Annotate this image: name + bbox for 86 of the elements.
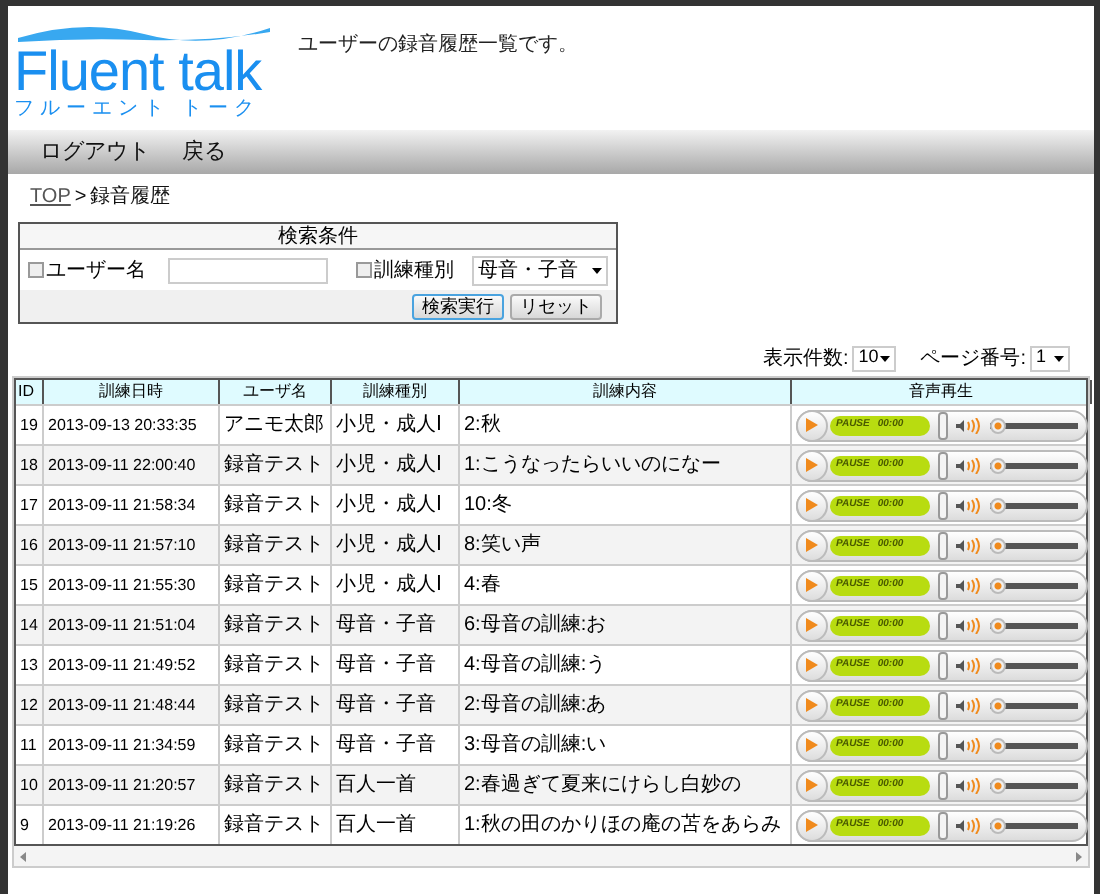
- scroll-right-icon[interactable]: [1076, 851, 1082, 861]
- caret-icon: [592, 267, 602, 273]
- table-cell: 9: [16, 806, 44, 844]
- play-icon: [806, 658, 818, 672]
- seek-thumb[interactable]: [990, 697, 1006, 713]
- checkbox-label: 訓練種別: [374, 257, 454, 285]
- speaker-icon[interactable]: [956, 457, 984, 473]
- seek-thumb[interactable]: [990, 777, 1006, 793]
- nav-link[interactable]: 戻る: [182, 135, 226, 169]
- checkbox[interactable]: [28, 262, 44, 278]
- play-button[interactable]: [796, 649, 828, 681]
- seek-track[interactable]: [990, 417, 1078, 433]
- play-icon: [806, 618, 818, 632]
- tagline: ユーザーの録音履歴一覧です。: [298, 31, 578, 60]
- play-button[interactable]: [796, 609, 828, 641]
- caret-icon: [880, 355, 891, 361]
- table-cell: 録音テスト: [220, 806, 332, 844]
- scroll-left-icon[interactable]: [20, 851, 26, 861]
- speaker-icon[interactable]: [956, 697, 984, 713]
- caret-icon: [1054, 355, 1064, 361]
- seek-thumb[interactable]: [990, 497, 1006, 513]
- speaker-icon[interactable]: [956, 617, 984, 633]
- speaker-icon[interactable]: [956, 577, 984, 593]
- speaker-icon[interactable]: [956, 497, 984, 513]
- play-button[interactable]: [796, 409, 828, 441]
- seek-track[interactable]: [990, 497, 1078, 513]
- play-button[interactable]: [796, 689, 828, 721]
- play-icon: [806, 498, 818, 512]
- play-button[interactable]: [796, 809, 828, 841]
- speaker-icon[interactable]: [956, 657, 984, 673]
- seek-track[interactable]: [990, 657, 1078, 673]
- breadcrumb-separator: >: [74, 183, 87, 211]
- type-select[interactable]: 母音・子音: [472, 255, 608, 285]
- table-cell: 1:秋の田のかりほの庵の苫をあらみ: [460, 806, 792, 844]
- seek-track[interactable]: [990, 777, 1078, 793]
- seek-track[interactable]: [990, 577, 1078, 593]
- play-icon: [806, 418, 818, 432]
- play-button[interactable]: [796, 729, 828, 761]
- per-page-label: 表示件数:: [762, 345, 849, 373]
- breadcrumb-link[interactable]: TOP: [30, 181, 71, 211]
- seek-thumb[interactable]: [990, 537, 1006, 553]
- play-icon: [806, 538, 818, 552]
- play-button[interactable]: [796, 489, 828, 521]
- seek-track[interactable]: [990, 817, 1078, 833]
- seek-track[interactable]: [990, 537, 1078, 553]
- play-icon: [806, 818, 818, 832]
- speaker-icon[interactable]: [956, 817, 984, 833]
- play-button[interactable]: [796, 449, 828, 481]
- speaker-icon[interactable]: [956, 417, 984, 433]
- seek-track[interactable]: [990, 697, 1078, 713]
- seek-track[interactable]: [990, 457, 1078, 473]
- play-icon: [806, 698, 818, 712]
- checkbox-label: ユーザー名: [46, 257, 146, 285]
- play-button[interactable]: [796, 769, 828, 801]
- search-button[interactable]: 検索実行: [412, 293, 504, 319]
- seek-thumb[interactable]: [990, 617, 1006, 633]
- breadcrumb-current: 録音履歴: [90, 183, 171, 211]
- table-cell: 2013-09-11 21:19:26: [44, 806, 220, 844]
- seek-thumb[interactable]: [990, 417, 1006, 433]
- play-button[interactable]: [796, 529, 828, 561]
- play-icon: [806, 778, 818, 792]
- seek-track[interactable]: [990, 737, 1078, 753]
- table-cell: 百人一首: [332, 806, 460, 844]
- nav-link[interactable]: ログアウト: [40, 135, 150, 169]
- seek-thumb[interactable]: [990, 657, 1006, 673]
- speaker-icon[interactable]: [956, 777, 984, 793]
- seek-track[interactable]: [990, 617, 1078, 633]
- speaker-icon[interactable]: [956, 737, 984, 753]
- play-icon: [806, 578, 818, 592]
- play-icon: [806, 458, 818, 472]
- page-number-label: ページ番号:: [920, 345, 1026, 373]
- play-button[interactable]: [796, 569, 828, 601]
- horizontal-scrollbar[interactable]: [14, 846, 1088, 866]
- logo: Fluent talk フルーエント トーク: [14, 22, 278, 122]
- search-panel-title: 検索条件: [20, 224, 616, 250]
- page-select[interactable]: 1: [1030, 345, 1070, 371]
- seek-thumb[interactable]: [990, 457, 1006, 473]
- per-page-select[interactable]: 10: [852, 345, 897, 371]
- checkbox[interactable]: [356, 262, 372, 278]
- seek-thumb[interactable]: [990, 737, 1006, 753]
- play-icon: [806, 738, 818, 752]
- user-name-field[interactable]: [168, 257, 328, 283]
- seek-thumb[interactable]: [990, 817, 1006, 833]
- seek-thumb[interactable]: [990, 577, 1006, 593]
- reset-button[interactable]: リセット: [510, 293, 602, 319]
- speaker-icon[interactable]: [956, 537, 984, 553]
